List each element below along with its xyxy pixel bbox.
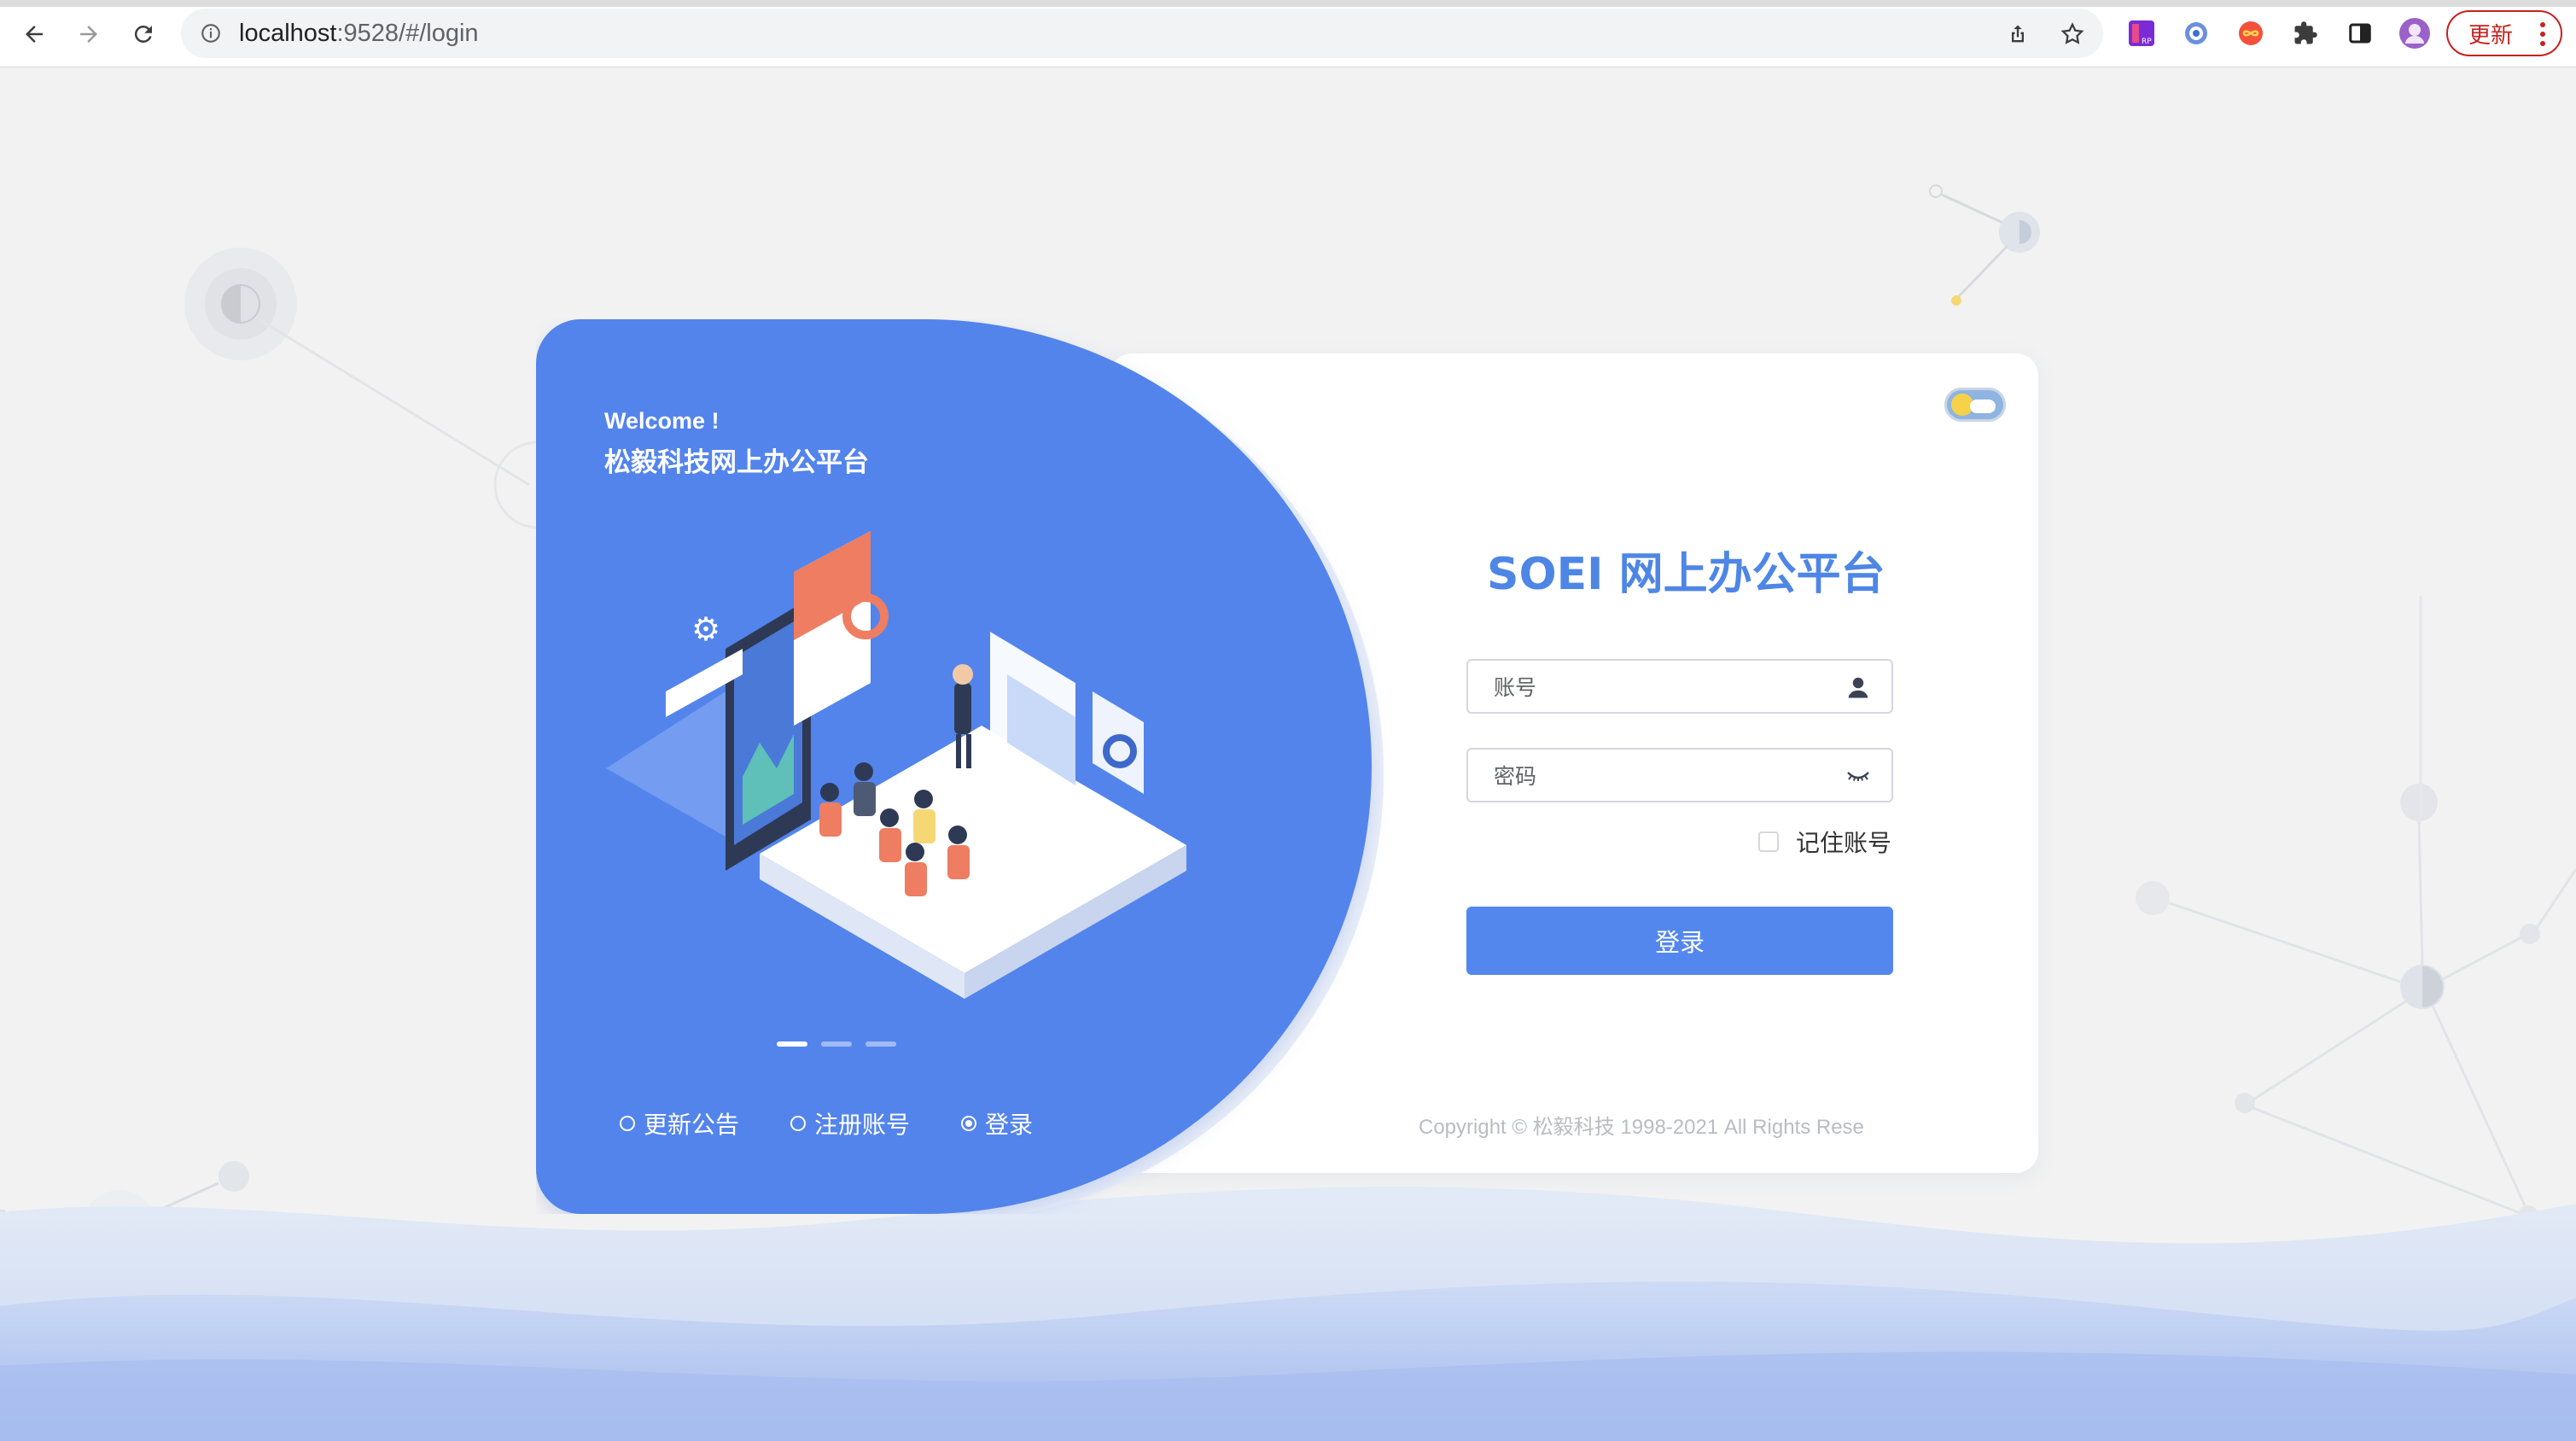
- link-announcements[interactable]: 更新公告: [620, 1106, 739, 1141]
- platform-name: 松毅科技网上办公平台: [604, 447, 869, 478]
- user-icon: [1844, 673, 1873, 702]
- radio-icon: [790, 1116, 807, 1131]
- tab-strip: [0, 0, 2576, 7]
- radio-icon: [620, 1116, 635, 1131]
- remember-account[interactable]: 记住账号: [1758, 825, 1891, 859]
- link-label: 注册账号: [814, 1111, 911, 1139]
- extension-target-icon[interactable]: [2180, 17, 2212, 50]
- meeting-illustration: ⚙: [606, 531, 1186, 999]
- remember-checkbox[interactable]: [1758, 831, 1779, 852]
- extension-infinity-icon[interactable]: [2235, 17, 2267, 50]
- share-icon[interactable]: [2002, 19, 2033, 50]
- background-waves: [0, 1187, 2576, 1441]
- username-field[interactable]: [1466, 659, 1893, 714]
- welcome-text: Welcome !: [604, 408, 720, 434]
- back-button[interactable]: [14, 15, 55, 53]
- more-menu-icon: [2540, 22, 2545, 46]
- link-login[interactable]: 登录: [961, 1106, 1033, 1141]
- extension-rp-icon[interactable]: RP: [2125, 17, 2158, 50]
- url-path: :9528/#/login: [336, 20, 479, 47]
- url-text: localhost:9528/#/login: [239, 19, 479, 48]
- svg-text:⚙: ⚙: [691, 610, 720, 648]
- reload-button[interactable]: [123, 15, 164, 53]
- password-field[interactable]: [1466, 748, 1893, 802]
- browser-toolbar: localhost:9528/#/login RP 更新: [0, 0, 2576, 67]
- copyright-text: Copyright © 松毅科技 1998-2021 All Rights Re…: [1419, 1116, 1864, 1139]
- link-register[interactable]: 注册账号: [790, 1106, 910, 1141]
- site-info-icon[interactable]: [196, 19, 225, 48]
- password-input[interactable]: [1468, 750, 1854, 802]
- browser-update-button[interactable]: 更新: [2446, 10, 2562, 56]
- update-label: 更新: [2468, 22, 2514, 49]
- link-label: 登录: [985, 1111, 1034, 1139]
- remember-label: 记住账号: [1796, 829, 1892, 857]
- address-bar[interactable]: localhost:9528/#/login: [181, 9, 2103, 58]
- reload-icon: [134, 25, 152, 43]
- theme-toggle[interactable]: [1944, 388, 2006, 422]
- bookmark-star-icon[interactable]: [2057, 19, 2088, 50]
- form-title: SOEI 网上办公平台: [1487, 549, 1885, 600]
- eye-closed-icon[interactable]: [1844, 761, 1873, 791]
- arrow-right-icon: [80, 26, 97, 43]
- arrow-left-icon: [26, 26, 43, 43]
- extensions-puzzle-icon[interactable]: [2289, 17, 2322, 50]
- profile-avatar-icon[interactable]: [2398, 17, 2431, 50]
- svg-text:RP: RP: [2142, 38, 2152, 46]
- radio-checked-icon: [961, 1116, 977, 1131]
- link-label: 更新公告: [644, 1111, 740, 1139]
- carousel-dot[interactable]: [821, 1041, 852, 1047]
- url-host: localhost: [239, 20, 337, 47]
- username-input[interactable]: [1468, 661, 1854, 714]
- carousel-dot[interactable]: [865, 1041, 896, 1047]
- login-button[interactable]: 登录: [1466, 907, 1893, 975]
- forward-button[interactable]: [68, 15, 109, 53]
- cloud-icon: [1970, 400, 1996, 413]
- side-panel-icon[interactable]: [2344, 17, 2376, 50]
- carousel-indicators: [777, 1041, 896, 1047]
- carousel-dot[interactable]: [777, 1041, 807, 1047]
- panel-links: 更新公告 注册账号 登录: [620, 1106, 1033, 1141]
